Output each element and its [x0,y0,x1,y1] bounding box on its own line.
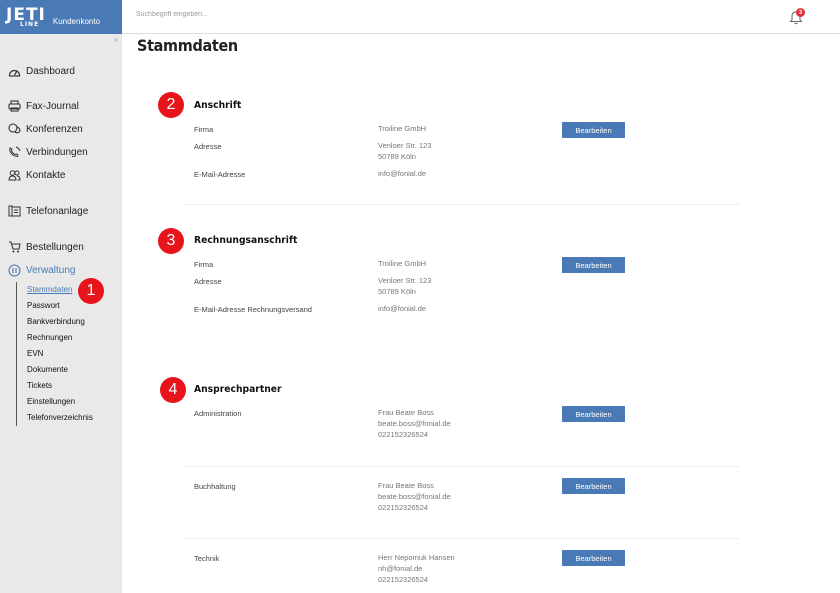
verwaltung-submenu: Stammdaten Passwort Bankverbindung Rechn… [16,282,93,426]
sidebar-item-label: Dashboard [26,65,75,77]
step-marker-2: 2 [158,92,184,118]
contact-divider [185,538,739,539]
section-title-anschrift: Anschrift [194,100,242,111]
field-value-firma: Troiline GmbH [378,259,427,268]
settings-circle-icon [7,263,21,277]
field-label-firma: Firma [194,260,214,269]
field-label-adresse: Adresse [194,142,222,151]
submenu-item-tickets[interactable]: Tickets [27,378,93,394]
brand-label: Kundenkonto [52,16,101,26]
field-label-adresse: Adresse [194,277,222,286]
field-label-email-rechnungsversand: E-Mail-Adresse Rechnungsversand [194,305,312,314]
step-marker-3: 3 [158,228,184,254]
phone-system-icon [7,204,21,218]
edit-administration-button[interactable]: Bearbeiten [562,406,625,422]
contact-divider [185,466,739,467]
edit-anschrift-button[interactable]: Bearbeiten [562,122,625,138]
contact-role-technik: Technik [194,554,220,563]
brand-header[interactable]: JETI LINE Kundenkonto [0,0,122,34]
cart-icon [7,240,21,254]
submenu-item-telefonverzeichnis[interactable]: Telefonverzeichnis [27,410,93,426]
sidebar-item-kontakte[interactable]: Kontakte [7,168,65,182]
contact-details-buchhaltung: Frau Beate Boss beate.boss@fonial.de 022… [378,481,451,512]
sidebar-item-verwaltung[interactable]: Verwaltung [7,263,75,277]
section-divider [185,204,739,205]
contact-details-technik: Herr Nepomuk Hansen nh@fonial.de 0221523… [378,553,455,584]
sidebar-item-label: Konferenzen [26,123,83,135]
step-marker-4: 4 [160,377,186,403]
field-value-adresse: Venloer Str. 123 50789 Köln [378,276,432,296]
collapse-sidebar-icon[interactable]: « [114,37,118,44]
field-label-email: E-Mail-Adresse [194,170,246,179]
edit-rechnungsanschrift-button[interactable]: Bearbeiten [562,257,625,273]
fax-icon [7,99,21,113]
contact-role-administration: Administration [194,409,242,418]
dashboard-icon [7,64,21,78]
sidebar-item-telefonanlage[interactable]: Telefonanlage [7,204,88,218]
contacts-icon [7,168,21,182]
sidebar-item-label: Verwaltung [26,264,76,276]
sidebar-item-konferenzen[interactable]: Konferenzen [7,122,83,136]
submenu-item-rechnungen[interactable]: Rechnungen [27,330,93,346]
sidebar-item-label: Kontakte [26,169,66,181]
sidebar-item-verbindungen[interactable]: Verbindungen [7,145,88,159]
field-label-firma: Firma [194,125,214,134]
submenu-item-dokumente[interactable]: Dokumente [27,362,93,378]
sidebar-item-label: Bestellungen [26,241,84,253]
contact-details-administration: Frau Beate Boss beate.boss@fonial.de 022… [378,408,451,439]
phone-icon [7,145,21,159]
notification-count-badge: 3 [796,8,805,17]
edit-technik-button[interactable]: Bearbeiten [562,550,625,566]
conference-icon [7,122,21,136]
submenu-item-bankverbindung[interactable]: Bankverbindung [27,314,93,330]
contact-role-buchhaltung: Buchhaltung [194,482,236,491]
top-bar: 3 [122,0,840,34]
field-value-email: info@fonial.de [378,169,427,178]
sidebar: JETI LINE Kundenkonto « Dashboard Fax-Jo… [0,0,122,593]
submenu-item-einstellungen[interactable]: Einstellungen [27,394,93,410]
step-marker-1: 1 [78,278,104,304]
jetiline-logo: JETI LINE [6,4,46,28]
sidebar-item-label: Fax-Journal [26,100,79,112]
field-value-email-rechnungsversand: info@fonial.de [378,304,427,313]
page-title: Stammdaten [137,36,238,55]
section-title-rechnungsanschrift: Rechnungsanschrift [194,235,298,246]
sidebar-item-label: Verbindungen [26,146,88,158]
sidebar-item-fax-journal[interactable]: Fax-Journal [7,99,79,113]
sidebar-item-dashboard[interactable]: Dashboard [7,64,75,78]
sidebar-item-bestellungen[interactable]: Bestellungen [7,240,84,254]
sidebar-item-label: Telefonanlage [26,205,89,217]
submenu-item-evn[interactable]: EVN [27,346,93,362]
field-value-adresse: Venloer Str. 123 50789 Köln [378,141,432,161]
search-input[interactable] [136,11,336,18]
section-title-ansprechpartner: Ansprechpartner [194,384,282,395]
edit-buchhaltung-button[interactable]: Bearbeiten [562,478,625,494]
field-value-firma: Troiline GmbH [378,124,427,133]
